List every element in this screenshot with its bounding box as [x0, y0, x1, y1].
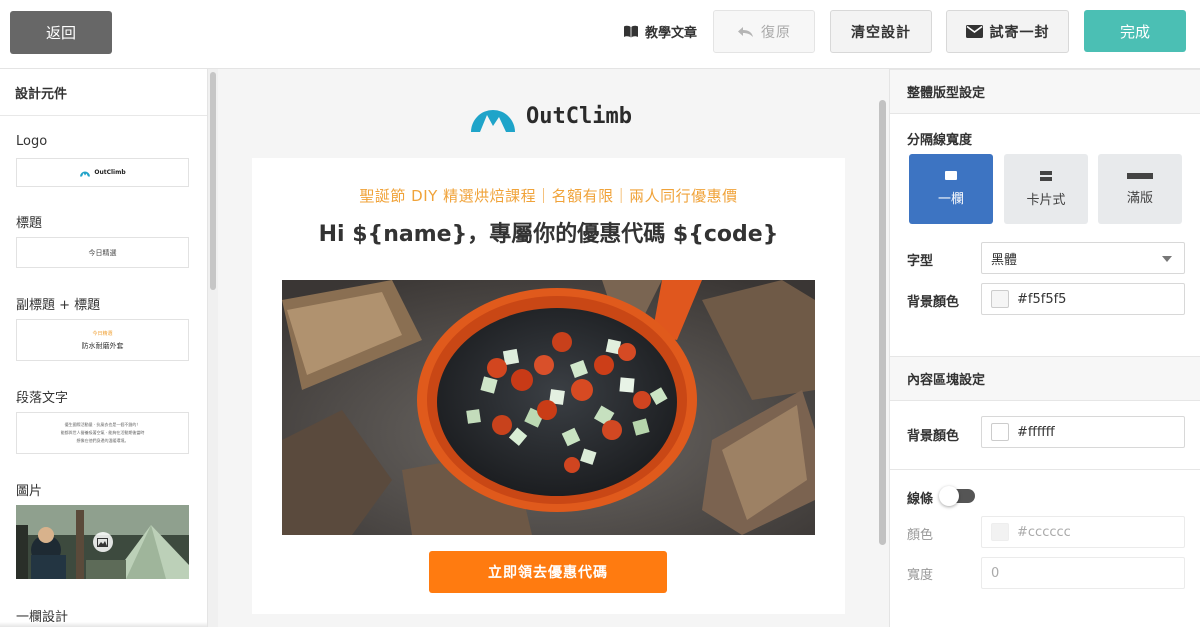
content-bg-value: #ffffff	[1017, 424, 1055, 440]
component-logo[interactable]: OutClimb	[16, 158, 189, 187]
component-label-image: 圖片	[16, 484, 43, 499]
component-subtitle-title[interactable]: 今日精選 防水耐磨外套	[16, 319, 189, 361]
canvas-scrollbar-thumb[interactable]	[879, 100, 886, 545]
email-hero-image[interactable]	[282, 280, 815, 535]
back-button[interactable]: 返回	[10, 11, 112, 54]
line-color-label: 顏色	[907, 528, 934, 543]
line-toggle-knob[interactable]	[939, 486, 959, 506]
panel-bottom-shade	[0, 622, 207, 627]
undo-icon	[738, 26, 753, 37]
bg-color-field[interactable]: #f5f5f5	[981, 283, 1185, 315]
component-label-title: 標題	[16, 216, 43, 231]
book-icon	[624, 25, 638, 37]
undo-label: 復原	[761, 24, 791, 41]
component-subtitle-preview: 今日精選	[92, 330, 113, 337]
tutorial-link[interactable]: 教學文章	[623, 21, 697, 41]
components-scrollbar-thumb[interactable]	[210, 72, 216, 290]
bg-color-swatch[interactable]	[991, 290, 1009, 308]
component-paragraph-line: 能都與世人營養吸著空氣 · 能夠在活動期後當時	[60, 430, 145, 435]
component-image[interactable]	[16, 505, 189, 579]
test-send-button[interactable]: 試寄一封	[946, 10, 1069, 53]
component-paragraph-line: 想像在他們身邊的溫暖環境。	[76, 438, 129, 443]
line-label: 線條	[907, 492, 934, 507]
components-panel: 設計元件 Logo OutClimb 標題 今日精選 副標題 + 標題 今日精選…	[0, 69, 208, 627]
line-width-label: 寬度	[907, 568, 934, 583]
component-label-logo: Logo	[16, 134, 48, 149]
font-select-value: 黑體	[991, 252, 1018, 268]
component-title[interactable]: 今日精選	[16, 237, 189, 268]
component-logo-text: OutClimb	[94, 169, 126, 176]
line-width-value: 0	[991, 565, 1000, 581]
line-color-swatch[interactable]	[991, 523, 1009, 541]
logo-mark-icon	[80, 171, 91, 176]
content-bg-swatch[interactable]	[991, 423, 1009, 441]
single-column-icon	[945, 171, 957, 180]
layout-option-card[interactable]: 卡片式	[1004, 154, 1088, 224]
content-bg-field[interactable]: #ffffff	[981, 416, 1185, 448]
content-settings-header: 內容區塊設定	[890, 356, 1200, 401]
layout-option-label: 一欄	[937, 192, 964, 207]
component-subtitle-title-preview: 防水耐磨外套	[81, 341, 124, 350]
component-logo-preview: OutClimb	[79, 169, 126, 177]
email-canvas: OutClimb 聖誕節 DIY 精選烘焙課程｜名額有限｜兩人同行優惠價 Hi …	[218, 69, 877, 627]
layout-option-label: 卡片式	[1026, 192, 1066, 208]
component-paragraph-line: 優生國際活動量 · 抗風衣也是一個不錯的！	[64, 422, 141, 427]
image-placeholder-icon	[92, 532, 113, 552]
chevron-down-icon	[1162, 256, 1172, 262]
clear-design-button[interactable]: 清空設計	[830, 10, 932, 53]
component-label-subtitle-title: 副標題 + 標題	[16, 298, 101, 313]
content-bg-label: 背景顏色	[907, 429, 960, 444]
components-panel-title: 設計元件	[0, 69, 207, 116]
font-label: 字型	[907, 254, 934, 269]
done-button[interactable]: 完成	[1084, 10, 1186, 52]
line-color-field[interactable]: #cccccc	[981, 516, 1185, 548]
full-width-icon	[1127, 172, 1153, 179]
font-select[interactable]: 黑體	[981, 242, 1185, 274]
layout-option-full-width[interactable]: 滿版	[1098, 154, 1182, 224]
email-headline[interactable]: Hi ${name}，專屬你的優惠代碼 ${code}	[252, 216, 845, 248]
bg-color-label: 背景顏色	[907, 295, 960, 310]
layout-settings-header: 整體版型設定	[890, 69, 1200, 114]
line-color-value: #cccccc	[1017, 524, 1071, 540]
settings-panel: 整體版型設定 分隔線寬度 一欄 卡片式 滿版 字型 黑體 背景顏色 #f5f5f…	[889, 69, 1200, 627]
component-label-paragraph: 段落文字	[16, 391, 69, 406]
card-layout-icon	[1040, 170, 1052, 181]
cta-button[interactable]: 立即領去優惠代碼	[429, 551, 667, 593]
component-title-preview: 今日精選	[88, 248, 117, 257]
divider-width-label: 分隔線寬度	[907, 133, 973, 148]
line-width-input[interactable]: 0	[981, 557, 1185, 589]
email-content-block[interactable]: 聖誕節 DIY 精選烘焙課程｜名額有限｜兩人同行優惠價 Hi ${name}，專…	[252, 158, 845, 614]
envelope-icon	[965, 25, 983, 38]
section-divider	[890, 469, 1200, 470]
email-subtitle[interactable]: 聖誕節 DIY 精選烘焙課程｜名額有限｜兩人同行優惠價	[252, 185, 845, 206]
component-paragraph[interactable]: 優生國際活動量 · 抗風衣也是一個不錯的！ 能都與世人營養吸著空氣 · 能夠在活…	[16, 412, 189, 454]
pan-food	[466, 332, 668, 473]
top-toolbar: 返回 教學文章 復原 清空設計 試寄一封 完成	[0, 0, 1200, 69]
email-logo[interactable]: OutClimb	[470, 99, 632, 133]
undo-button[interactable]: 復原	[713, 10, 815, 53]
layout-option-one-column[interactable]: 一欄	[909, 154, 993, 224]
mountain-logo-icon	[471, 110, 515, 132]
logo-text: OutClimb	[526, 103, 632, 129]
test-send-label: 試寄一封	[989, 24, 1050, 41]
layout-option-label: 滿版	[1126, 190, 1153, 206]
bg-color-value: #f5f5f5	[1017, 291, 1067, 307]
tutorial-label: 教學文章	[645, 25, 698, 41]
